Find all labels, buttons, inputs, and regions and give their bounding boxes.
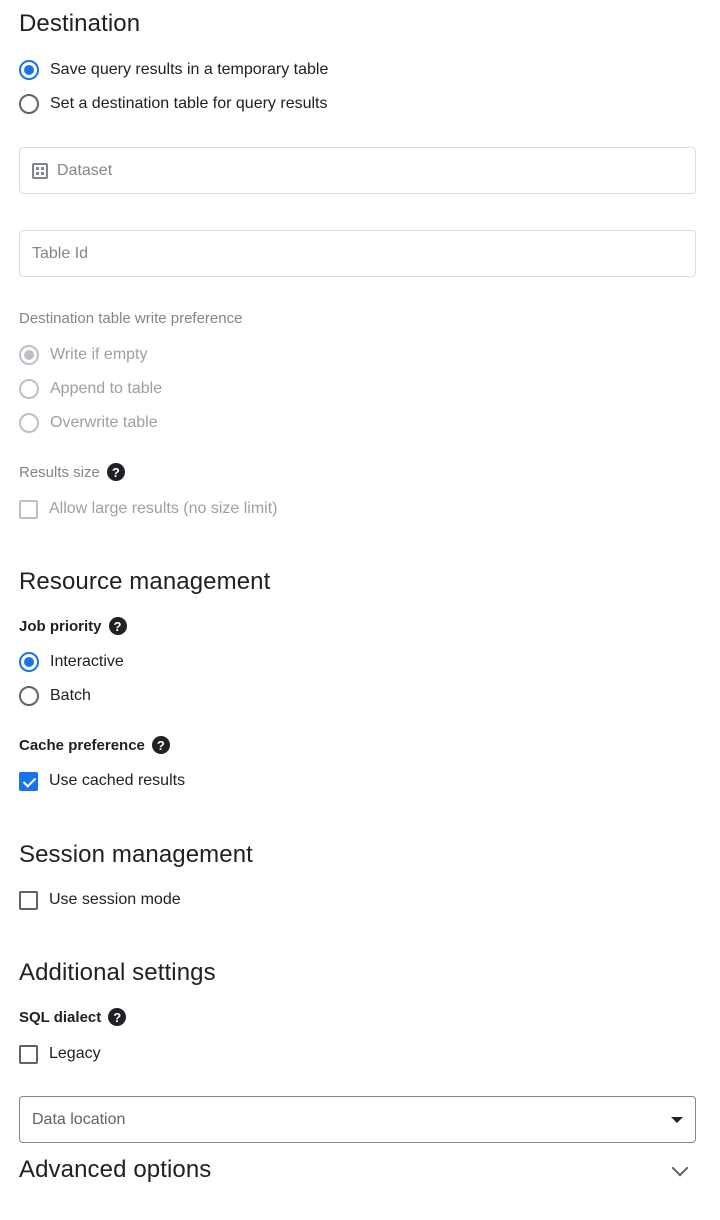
checkbox-use-cached-results-box[interactable]: [19, 771, 38, 791]
radio-interactive[interactable]: Interactive: [19, 649, 124, 675]
radio-batch-label: Batch: [50, 687, 91, 704]
radio-write-if-empty[interactable]: Write if empty: [19, 342, 148, 368]
destination-heading: Destination: [19, 10, 141, 37]
results-size-label: Results size ?: [19, 463, 125, 481]
job-priority-label: Job priority ?: [19, 617, 127, 635]
results-size-help-icon[interactable]: ?: [106, 463, 125, 481]
radio-append-to-table-label: Append to table: [50, 380, 163, 397]
radio-interactive-label: Interactive: [50, 653, 124, 670]
sql-dialect-help-icon[interactable]: ?: [108, 1008, 127, 1026]
job-priority-text: Job priority: [19, 617, 102, 635]
dataset-input[interactable]: [57, 161, 683, 180]
radio-temp-table-label: Save query results in a temporary table: [50, 61, 329, 78]
radio-write-if-empty-label: Write if empty: [50, 346, 148, 363]
cache-preference-label: Cache preference ?: [19, 736, 170, 754]
checkbox-use-session-mode-box[interactable]: [19, 890, 38, 910]
checkbox-use-cached-results-label: Use cached results: [49, 772, 186, 789]
chevron-down-icon[interactable]: [671, 1159, 689, 1177]
data-location-select[interactable]: Data location: [19, 1096, 696, 1143]
radio-overwrite-table-label: Overwrite table: [50, 414, 158, 431]
dropdown-caret-icon: [671, 1116, 683, 1123]
checkbox-allow-large-results-box[interactable]: [19, 499, 38, 519]
radio-overwrite-table[interactable]: Overwrite table: [19, 410, 158, 436]
radio-batch[interactable]: Batch: [19, 683, 91, 709]
data-location-placeholder: Data location: [32, 1110, 126, 1128]
radio-destination-table-indicator[interactable]: [19, 94, 39, 114]
advanced-options-heading[interactable]: Advanced options: [19, 1156, 211, 1184]
radio-destination-table-label: Set a destination table for query result…: [50, 95, 328, 112]
radio-interactive-indicator[interactable]: [19, 652, 39, 672]
write-preference-label: Destination table write preference: [19, 310, 243, 327]
dataset-grid-icon: [32, 162, 48, 179]
radio-destination-table[interactable]: Set a destination table for query result…: [19, 91, 328, 117]
cache-preference-text: Cache preference: [19, 736, 145, 754]
checkbox-allow-large-results-label: Allow large results (no size limit): [49, 500, 278, 517]
checkbox-legacy-box[interactable]: [19, 1044, 38, 1064]
radio-overwrite-table-indicator[interactable]: [19, 413, 39, 433]
job-priority-help-icon[interactable]: ?: [108, 617, 127, 635]
checkbox-legacy-label: Legacy: [49, 1045, 101, 1062]
checkbox-legacy[interactable]: Legacy: [19, 1041, 101, 1067]
radio-append-to-table-indicator[interactable]: [19, 379, 39, 399]
session-management-heading: Session management: [19, 841, 253, 868]
radio-append-to-table[interactable]: Append to table: [19, 376, 162, 402]
checkbox-use-session-mode-label: Use session mode: [49, 891, 181, 908]
checkbox-allow-large-results[interactable]: Allow large results (no size limit): [19, 496, 278, 522]
sql-dialect-text: SQL dialect: [19, 1008, 102, 1026]
table-id-input[interactable]: [32, 244, 683, 263]
checkbox-use-cached-results[interactable]: Use cached results: [19, 768, 185, 794]
resource-management-heading: Resource management: [19, 568, 271, 595]
radio-temp-table-indicator[interactable]: [19, 60, 39, 80]
radio-batch-indicator[interactable]: [19, 686, 39, 706]
dataset-field[interactable]: [19, 147, 696, 194]
cache-preference-help-icon[interactable]: ?: [151, 736, 170, 754]
checkbox-use-session-mode[interactable]: Use session mode: [19, 887, 181, 913]
sql-dialect-label: SQL dialect ?: [19, 1008, 127, 1026]
table-id-field[interactable]: [19, 230, 696, 277]
radio-write-if-empty-indicator[interactable]: [19, 345, 39, 365]
results-size-text: Results size: [19, 463, 100, 481]
radio-temp-table[interactable]: Save query results in a temporary table: [19, 57, 328, 83]
additional-settings-heading: Additional settings: [19, 959, 216, 986]
